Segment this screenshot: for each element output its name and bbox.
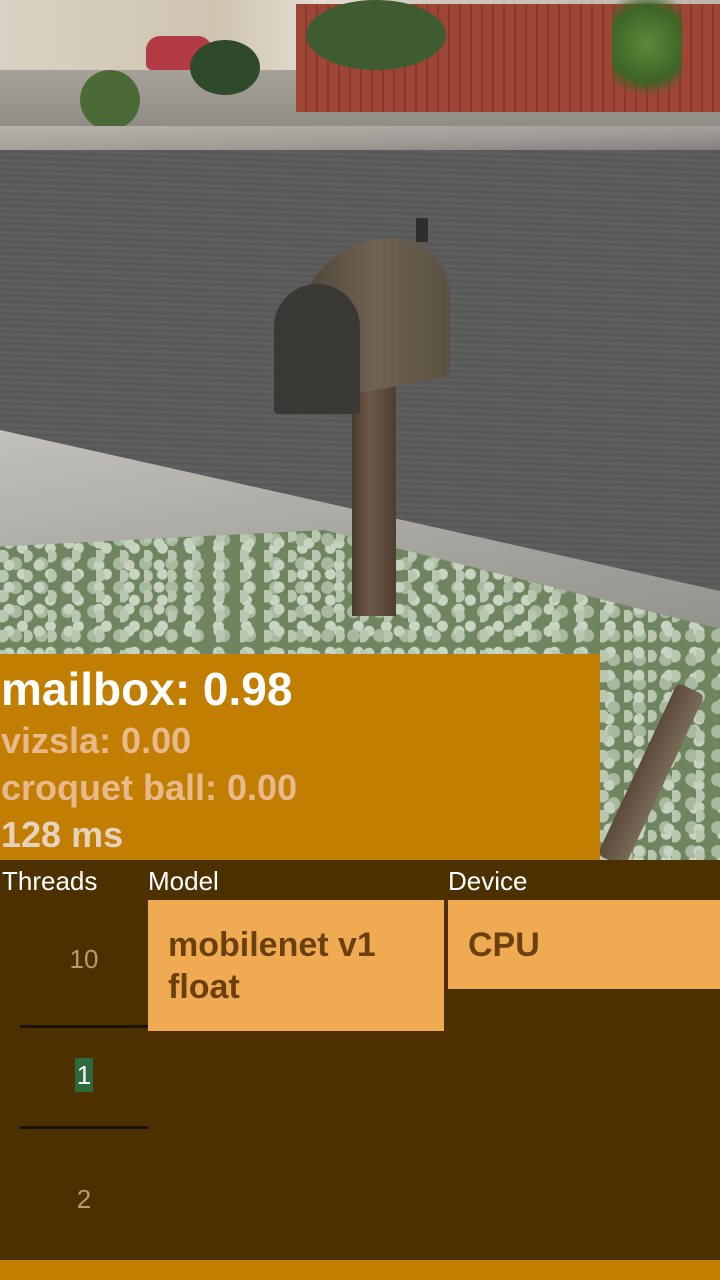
picker-divider-top xyxy=(20,1025,148,1028)
second-result: vizsla: 0.00 xyxy=(1,720,192,761)
settings-panel: Threads Model Device 10 1 2 mobilenet v1… xyxy=(0,860,720,1260)
threads-option-next[interactable]: 2 xyxy=(0,1184,168,1215)
mailbox-flag xyxy=(416,218,428,242)
small-tree xyxy=(612,0,682,110)
tree-foliage xyxy=(306,0,446,70)
device-selector[interactable]: CPU xyxy=(448,900,720,989)
third-result: croquet ball: 0.00 xyxy=(1,767,298,808)
picker-divider-bottom xyxy=(20,1126,148,1129)
mailbox-post xyxy=(352,384,396,616)
threads-label: Threads xyxy=(2,866,98,896)
threads-option-selected[interactable]: 1 xyxy=(0,1058,168,1092)
threads-number-picker[interactable]: 10 1 2 xyxy=(0,900,168,1260)
mailbox-door xyxy=(274,284,360,414)
threads-selected-value[interactable]: 1 xyxy=(74,1058,94,1092)
yard-bush xyxy=(80,70,140,130)
threads-option-previous[interactable]: 10 xyxy=(0,944,168,975)
inference-latency: 128 ms xyxy=(1,814,124,855)
bottom-bar xyxy=(0,1260,720,1280)
top-result: mailbox: 0.98 xyxy=(1,663,293,715)
palm-bush xyxy=(190,40,260,95)
device-label: Device xyxy=(448,866,528,896)
model-selector[interactable]: mobilenet v1 float xyxy=(148,900,444,1031)
classification-results: mailbox: 0.98 vizsla: 0.00 croquet ball:… xyxy=(0,654,600,860)
model-label: Model xyxy=(148,866,219,896)
